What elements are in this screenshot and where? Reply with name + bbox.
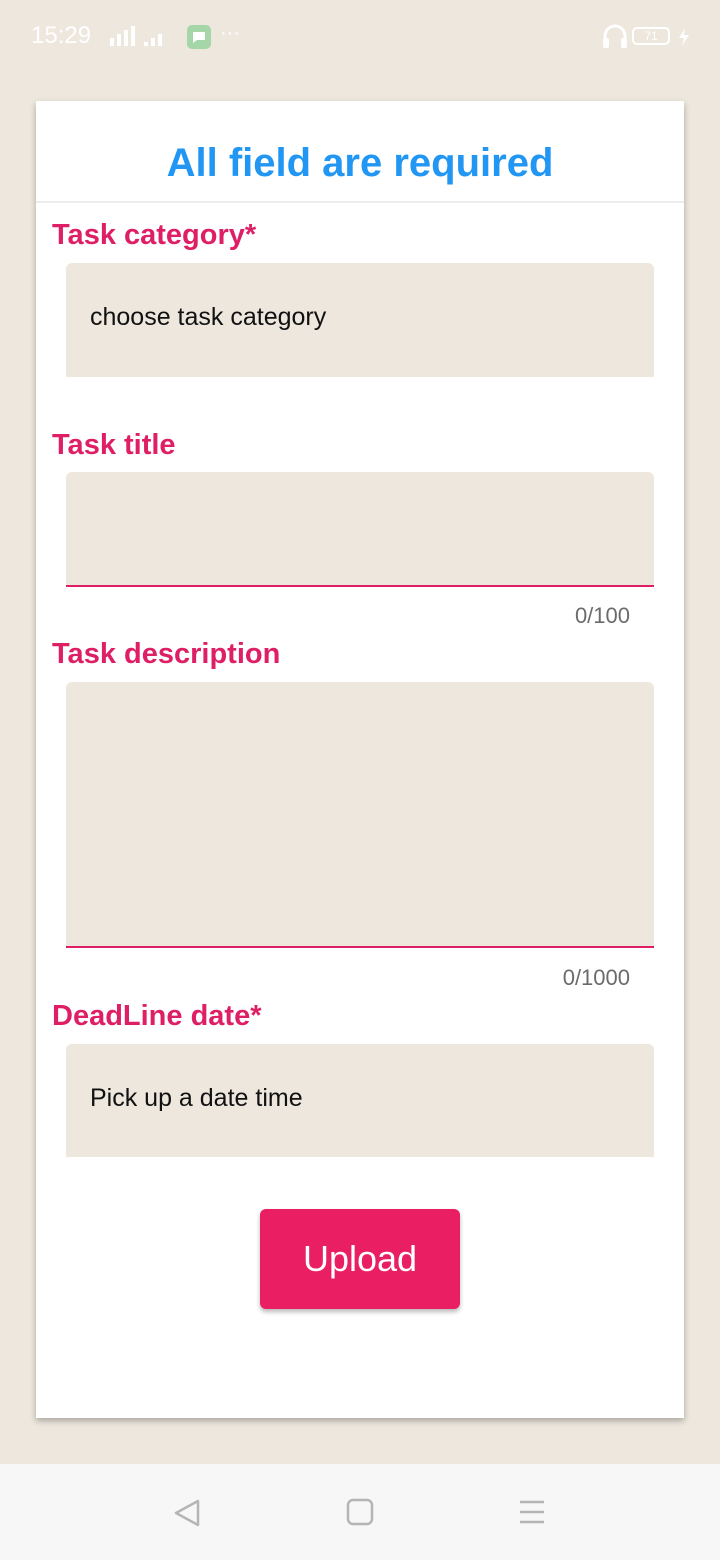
task-title-label: Task title	[52, 429, 176, 461]
task-description-label: Task description	[52, 638, 281, 670]
message-icon	[186, 24, 212, 55]
status-bar: 15:29 ··· 71	[0, 0, 720, 72]
task-category-label: Task category*	[52, 219, 257, 251]
task-category-value: choose task category	[90, 303, 327, 331]
signal-icon	[108, 24, 164, 53]
deadline-date-picker[interactable]: Pick up a date time	[66, 1044, 654, 1157]
task-title-counter: 0/100	[574, 603, 630, 628]
card-header: All field are required	[36, 101, 684, 203]
deadline-date-label: DeadLine date*	[52, 1000, 262, 1032]
task-category-select[interactable]: choose task category	[66, 263, 654, 377]
battery-icon: 71	[632, 27, 670, 45]
menu-icon[interactable]	[518, 1498, 546, 1531]
upload-button[interactable]: Upload	[260, 1209, 460, 1309]
task-form-card: All field are required Task category* ch…	[36, 101, 684, 1418]
task-description-counter: 0/1000	[562, 965, 630, 990]
headset-icon	[601, 22, 629, 55]
status-time: 15:29	[31, 22, 92, 49]
charging-icon	[677, 27, 691, 52]
form-title: All field are required	[166, 141, 554, 185]
home-icon[interactable]	[346, 1498, 374, 1531]
task-title-input[interactable]	[66, 472, 654, 587]
deadline-date-value: Pick up a date time	[90, 1084, 303, 1112]
navigation-bar	[0, 1464, 720, 1560]
task-description-input[interactable]	[66, 682, 654, 948]
back-icon[interactable]	[172, 1498, 202, 1533]
more-dots-icon: ···	[220, 22, 240, 44]
